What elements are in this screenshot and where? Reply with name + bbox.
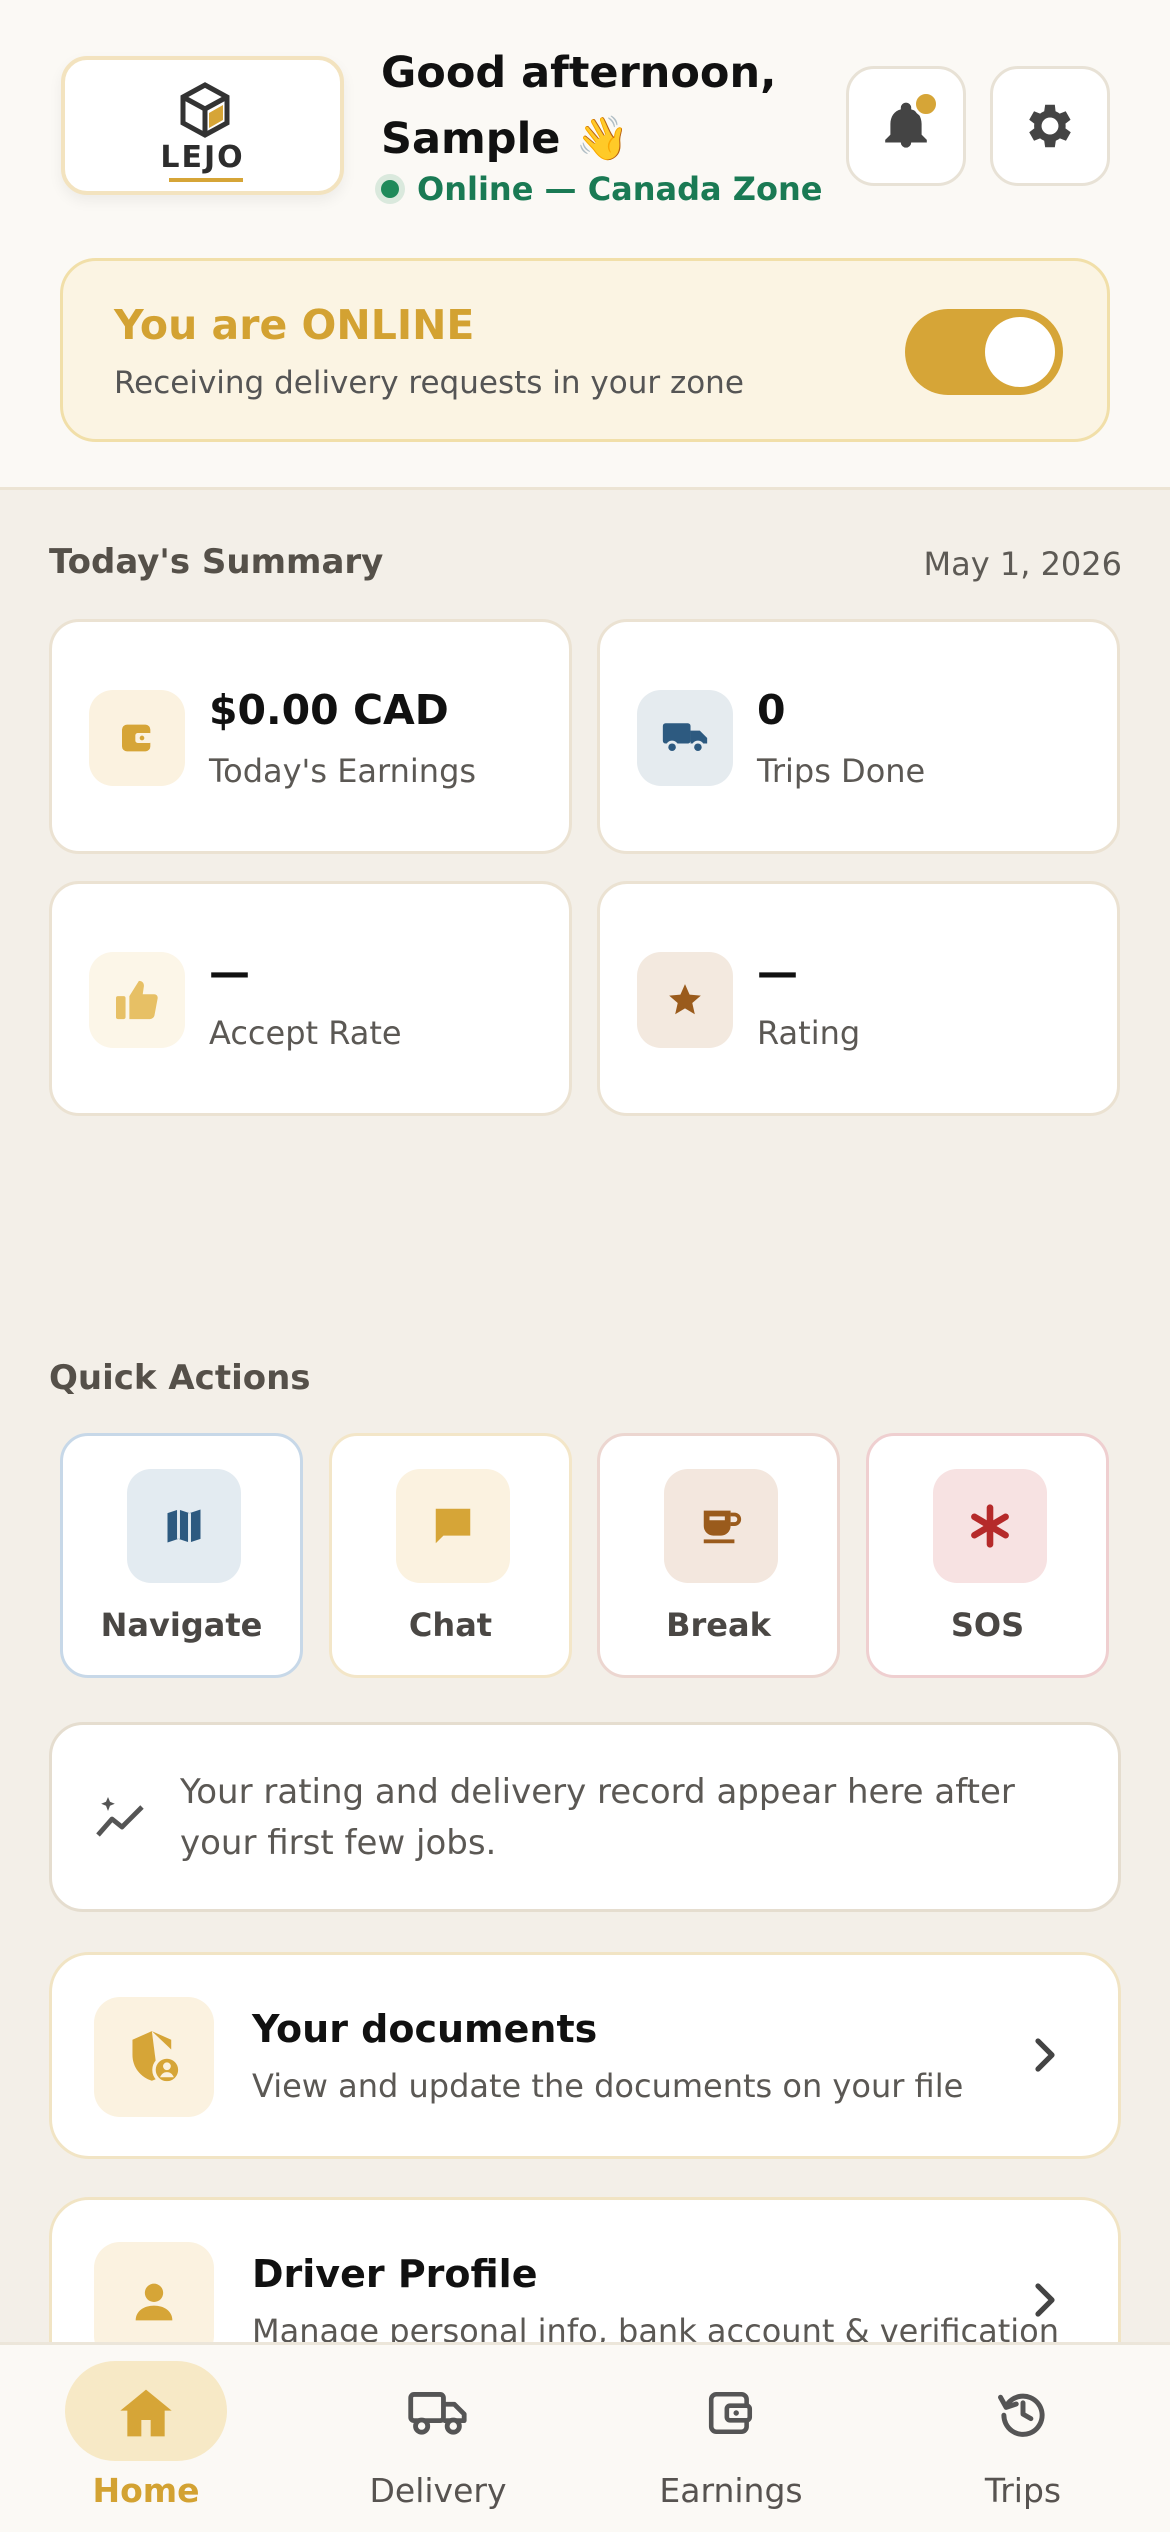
online-status: Online — Canada Zone	[381, 170, 822, 208]
stat-card-rating[interactable]: — Rating	[597, 881, 1120, 1116]
driver-profile-card[interactable]: Driver Profile Manage personal info, ban…	[49, 2197, 1121, 2342]
nav-earnings[interactable]: Earnings	[585, 2345, 877, 2532]
logo-underline	[169, 178, 243, 182]
logo-icon	[180, 82, 230, 138]
online-status-card: You are ONLINE Receiving delivery reques…	[60, 258, 1110, 442]
thumbs-up-icon	[89, 952, 185, 1048]
online-subtitle: Receiving delivery requests in your zone	[114, 365, 744, 401]
asterisk-icon	[933, 1469, 1047, 1583]
summary-title: Today's Summary	[49, 542, 384, 582]
stat-value: —	[209, 948, 250, 996]
info-banner: Your rating and delivery record appear h…	[49, 1722, 1121, 1912]
stat-value: $0.00 CAD	[209, 686, 449, 734]
greeting-line-1: Good afternoon,	[381, 48, 777, 98]
nav-home-label: Home	[92, 2471, 200, 2510]
bottom-nav: Home Delivery Earnings Trips	[0, 2342, 1170, 2532]
break-button[interactable]: Break	[597, 1433, 840, 1678]
stat-value: —	[757, 948, 798, 996]
gear-icon	[1029, 104, 1071, 148]
nav-home[interactable]: Home	[0, 2345, 292, 2532]
stat-label: Accept Rate	[209, 1014, 402, 1052]
nav-earnings-label: Earnings	[659, 2471, 803, 2510]
header-area: LEJO Good afternoon, Sample 👋 Online — C…	[0, 0, 1170, 490]
map-icon	[127, 1469, 241, 1583]
nav-trips-label: Trips	[984, 2471, 1062, 2510]
navigate-button[interactable]: Navigate	[60, 1433, 303, 1678]
sos-label: SOS	[950, 1606, 1025, 1644]
chat-label: Chat	[408, 1606, 493, 1644]
star-icon	[637, 952, 733, 1048]
quick-actions-title: Quick Actions	[49, 1358, 311, 1398]
truck-icon	[404, 2383, 472, 2443]
stat-card-earnings[interactable]: $0.00 CAD Today's Earnings	[49, 619, 572, 854]
greeting: Good afternoon, Sample 👋	[381, 40, 776, 172]
person-icon	[94, 2242, 214, 2342]
stat-value: 0	[757, 686, 786, 734]
logo-text: LEJO	[160, 140, 245, 175]
history-icon	[989, 2383, 1057, 2443]
truck-icon	[637, 690, 733, 786]
navigate-label: Navigate	[100, 1606, 263, 1644]
coffee-icon	[664, 1469, 778, 1583]
stat-card-trips[interactable]: 0 Trips Done	[597, 619, 1120, 854]
profile-title: Driver Profile	[252, 2252, 538, 2296]
info-text: Your rating and delivery record appear h…	[180, 1772, 1015, 1863]
profile-clip: Driver Profile Manage personal info, ban…	[0, 2190, 1170, 2342]
stat-card-accept-rate[interactable]: — Accept Rate	[49, 881, 572, 1116]
chevron-right-icon	[1035, 2283, 1055, 2317]
nav-trips[interactable]: Trips	[877, 2345, 1169, 2532]
notification-badge	[913, 91, 939, 117]
settings-button[interactable]	[990, 66, 1110, 186]
sos-button[interactable]: SOS	[866, 1433, 1109, 1678]
logo-badge: LEJO	[61, 56, 344, 195]
documents-card[interactable]: Your documents View and update the docum…	[49, 1952, 1121, 2159]
toggle-knob	[985, 317, 1055, 387]
nav-delivery[interactable]: Delivery	[292, 2345, 584, 2532]
chat-button[interactable]: Chat	[329, 1433, 572, 1678]
status-text: Online — Canada Zone	[417, 170, 823, 208]
chat-icon	[396, 1469, 510, 1583]
wallet-icon	[697, 2383, 765, 2443]
greeting-line-2: Sample 👋	[381, 114, 629, 164]
notifications-button[interactable]	[846, 66, 966, 186]
trend-sparkle-icon	[96, 1797, 144, 1837]
online-title: You are ONLINE	[114, 301, 475, 349]
chevron-right-icon	[1035, 2038, 1055, 2072]
stat-label: Trips Done	[757, 752, 926, 790]
profile-subtitle: Manage personal info, bank account & ver…	[252, 2312, 1060, 2342]
wallet-icon	[89, 690, 185, 786]
status-dot	[381, 180, 399, 198]
summary-date: May 1, 2026	[923, 545, 1122, 583]
online-toggle[interactable]	[905, 309, 1063, 395]
stat-label: Today's Earnings	[209, 752, 477, 790]
stat-label: Rating	[757, 1014, 861, 1052]
nav-delivery-label: Delivery	[369, 2471, 507, 2510]
shield-user-icon	[94, 1997, 214, 2117]
break-label: Break	[666, 1606, 771, 1644]
home-icon	[112, 2383, 180, 2443]
documents-title: Your documents	[252, 2007, 598, 2051]
documents-subtitle: View and update the documents on your fi…	[252, 2067, 964, 2105]
